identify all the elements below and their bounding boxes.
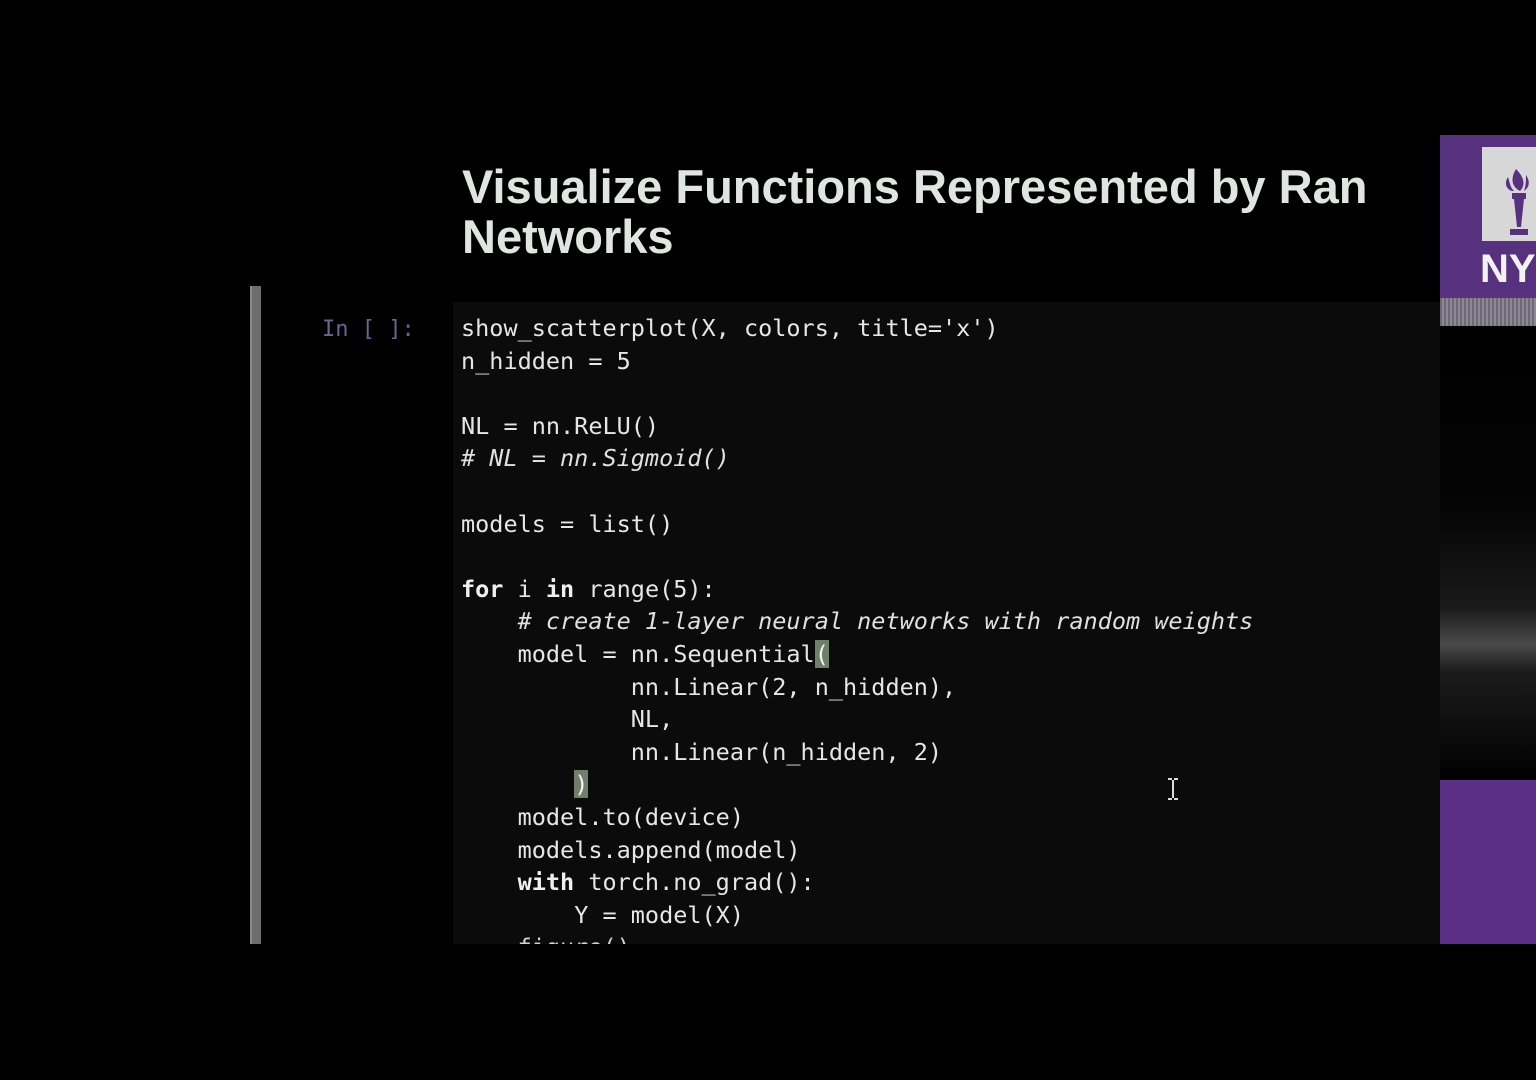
cell-selection-bar[interactable] xyxy=(250,286,261,944)
code-line-16: model.to(device) xyxy=(461,801,1253,834)
code-line-4: NL = nn.ReLU() xyxy=(461,411,660,440)
matched-bracket-close: ) xyxy=(574,770,589,799)
code-line-13-text: NL, xyxy=(630,705,674,734)
code-line-11: model = nn.Sequential( xyxy=(461,638,1253,671)
code-line-9-part-b: range(5): xyxy=(574,574,716,603)
code-line-9-part-a: i xyxy=(503,574,546,603)
code-line-9: for i in range(5): xyxy=(461,573,1253,606)
side-purple-block xyxy=(1440,780,1536,944)
keyword-with: with xyxy=(517,868,575,897)
cell-prompt: In [ ]: xyxy=(322,317,415,342)
matched-bracket-open: ( xyxy=(814,639,829,668)
code-line-17-text: models.append(model) xyxy=(517,835,801,864)
code-line-1: show_scatterplot(X, colors, title='x') xyxy=(461,314,999,342)
keyword-for: for xyxy=(461,574,504,603)
code-line-15: ) xyxy=(461,768,1253,801)
code-line-2: n_hidden = 5 xyxy=(461,346,631,375)
code-line-12: nn.Linear(2, n_hidden), xyxy=(461,671,1253,704)
code-line-19: Y = model(X) xyxy=(461,899,1253,932)
code-line-14: nn.Linear(n_hidden, 2) xyxy=(461,736,1253,769)
code-line-7: models = list() xyxy=(461,509,674,538)
keyword-in: in xyxy=(545,574,575,603)
code-text[interactable]: show_scatterplot(X, colors, title='x') n_… xyxy=(461,312,1253,944)
code-line-18-text: torch.no_grad(): xyxy=(574,868,815,897)
slide-title-line-1: Visualize Functions Represented by Ran xyxy=(462,162,1368,213)
code-cell-editor[interactable]: show_scatterplot(X, colors, title='x') n_… xyxy=(453,302,1440,944)
university-logo: NY xyxy=(1440,135,1536,325)
torch-emblem xyxy=(1482,147,1536,241)
code-line-14-text: nn.Linear(n_hidden, 2) xyxy=(630,737,943,766)
code-line-16-text: model.to(device) xyxy=(517,802,744,831)
screen: Visualize Functions Represented by Ran N… xyxy=(0,0,1536,1080)
logo-wordmark: NY xyxy=(1480,247,1536,291)
code-line-19-text: Y = model(X) xyxy=(574,900,744,929)
code-line-17: models.append(model) xyxy=(461,834,1253,867)
code-line-18: with torch.no_grad(): xyxy=(461,866,1253,899)
code-line-5-comment: # NL = nn.Sigmoid() xyxy=(461,444,730,473)
code-line-11-text: model = nn.Sequential xyxy=(517,639,815,668)
side-panel-background xyxy=(1440,326,1536,780)
slide-title: Visualize Functions Represented by Ran N… xyxy=(462,162,1440,272)
code-line-13: NL, xyxy=(461,703,1253,736)
torch-icon xyxy=(1505,169,1529,235)
code-line-20-text: figure() xyxy=(518,933,631,944)
code-comment-create: # create 1-layer neural networks with ra… xyxy=(517,607,1254,636)
code-line-20: figure() xyxy=(461,931,1253,944)
slide-title-line-2: Networks xyxy=(462,210,674,263)
code-line-10: # create 1-layer neural networks with ra… xyxy=(461,605,1254,638)
text-cursor-icon xyxy=(1168,778,1178,800)
logo-stripe xyxy=(1440,298,1536,326)
code-line-12-text: nn.Linear(2, n_hidden), xyxy=(630,672,957,701)
